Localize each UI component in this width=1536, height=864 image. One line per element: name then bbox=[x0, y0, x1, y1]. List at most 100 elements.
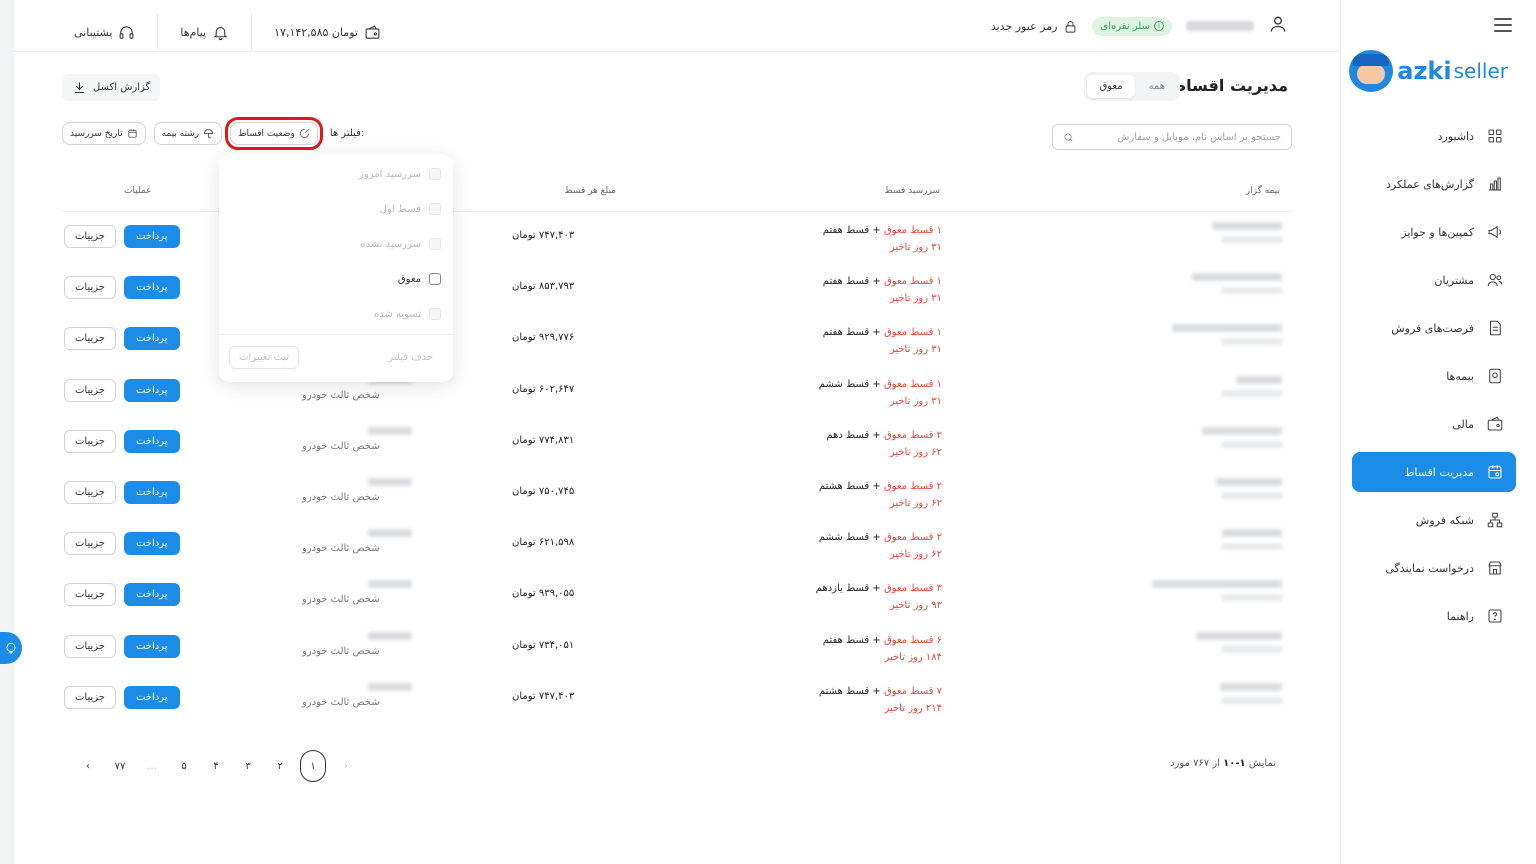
sidebar-item[interactable]: گزارش‌های عملکرد bbox=[1356, 160, 1516, 208]
delay-days: ۳۱ روز تاخیر bbox=[889, 395, 942, 407]
insurance-field-cell: شخص ثالث خودرو bbox=[302, 682, 412, 708]
sidebar-item[interactable]: کمپین‌ها و جوایز bbox=[1356, 208, 1516, 256]
tab-all[interactable]: همه bbox=[1137, 75, 1177, 98]
filter-insurance-type-label: رشته بیمه bbox=[161, 128, 200, 139]
sidebar-item-label: مدیریت اقساط bbox=[1404, 465, 1474, 479]
pay-button[interactable]: پرداخت bbox=[123, 276, 180, 300]
apply-filter-button[interactable]: ثبت تغییرات bbox=[229, 346, 300, 369]
user-name[interactable] bbox=[1186, 21, 1254, 31]
plate-number bbox=[368, 682, 412, 691]
page-number[interactable]: ۴ bbox=[200, 761, 232, 772]
insurer-mobile bbox=[1222, 440, 1282, 448]
plate-number bbox=[368, 631, 412, 640]
filter-due-date[interactable]: تاریخ سررسید bbox=[62, 122, 146, 145]
pay-button[interactable]: پرداخت bbox=[123, 532, 180, 556]
sidebar-item[interactable]: فرصت‌های فروش bbox=[1356, 304, 1516, 352]
amount-cell: ۶۰۲,۶۴۷ تومان bbox=[512, 383, 575, 395]
excel-report-button[interactable]: گزارش اکسل bbox=[62, 74, 161, 101]
filters-label: فیلتر ها: bbox=[329, 128, 365, 139]
due-cell: ۶ قسط معوق + قسط هفتم ۱۸۴ روز تاخیر bbox=[802, 632, 942, 666]
row-actions: جزییات پرداخت bbox=[64, 685, 180, 709]
pay-button[interactable]: پرداخت bbox=[123, 480, 180, 504]
page-number[interactable]: ۵ bbox=[168, 761, 200, 772]
users-icon bbox=[1486, 271, 1504, 289]
insurer-mobile bbox=[1222, 543, 1282, 551]
wallet-icon bbox=[1486, 415, 1504, 433]
insurer-name bbox=[1216, 477, 1282, 486]
insurance-field: شخص ثالث خودرو bbox=[302, 491, 380, 503]
info-icon: i bbox=[1154, 21, 1164, 31]
menu-icon[interactable] bbox=[1494, 18, 1512, 32]
overdue-count: ۳ bbox=[936, 583, 942, 595]
pay-button[interactable]: پرداخت bbox=[123, 378, 180, 402]
pay-button[interactable]: پرداخت bbox=[123, 429, 180, 453]
status-option[interactable]: معوق bbox=[398, 273, 441, 285]
messages-link[interactable]: پیام‌ها bbox=[158, 20, 251, 44]
sidebar-item[interactable]: راهنما bbox=[1356, 592, 1516, 640]
search-input[interactable]: جستجو بر اساس نام، موبایل و سفارش bbox=[1052, 124, 1292, 150]
filter-installment-status[interactable]: وضعیت اقساط bbox=[225, 117, 323, 150]
table-row: ۳ قسط معوق + قسط یازدهم ۹۳ روز تاخیر ۹۳۹… bbox=[62, 570, 1292, 621]
details-button[interactable]: جزییات bbox=[64, 276, 116, 300]
due-cell: ۳ قسط معوق + قسط یازدهم ۹۳ روز تاخیر bbox=[802, 580, 942, 614]
overdue-word: قسط معوق bbox=[883, 685, 934, 697]
overdue-count: ۲ bbox=[936, 532, 942, 544]
filter-insurance-type[interactable]: رشته بیمه bbox=[153, 122, 223, 145]
details-button[interactable]: جزییات bbox=[64, 532, 116, 556]
pay-button[interactable]: پرداخت bbox=[123, 583, 180, 607]
sidebar-item[interactable]: مدیریت اقساط bbox=[1352, 448, 1516, 496]
prev-page-icon: › bbox=[344, 760, 348, 772]
insurance-field: شخص ثالث خودرو bbox=[302, 645, 380, 657]
due-cell: ۱ قسط معوق + قسط ششم ۳۱ روز تاخیر bbox=[802, 376, 942, 410]
page-number[interactable]: ۷۷ bbox=[104, 761, 136, 772]
brand-logo[interactable]: azki seller bbox=[1349, 50, 1508, 92]
status-option-label: معوق bbox=[397, 273, 421, 285]
details-button[interactable]: جزییات bbox=[64, 225, 116, 248]
sidebar-item-label: درخواست نمایندگی bbox=[1385, 561, 1474, 575]
page-number[interactable]: ۱ bbox=[300, 750, 326, 782]
details-button[interactable]: جزییات bbox=[64, 685, 116, 709]
details-button[interactable]: جزییات bbox=[64, 480, 116, 504]
pagination-info: نمایش ۱-۱۰ از ۷۶۷ مورد bbox=[1170, 758, 1276, 769]
sidebar-item[interactable]: شبکه فروش bbox=[1356, 496, 1516, 544]
page-number[interactable]: ۲ bbox=[264, 761, 296, 772]
sidebar-item[interactable]: درخواست نمایندگی bbox=[1356, 544, 1516, 592]
overdue-word: قسط معوق bbox=[883, 378, 934, 390]
row-actions: جزییات پرداخت bbox=[64, 480, 180, 504]
details-button[interactable]: جزییات bbox=[64, 429, 116, 453]
change-password-link[interactable]: رمز عبور جدید bbox=[991, 19, 1079, 34]
details-button[interactable]: جزییات bbox=[64, 634, 116, 658]
page-ellipsis: ... bbox=[147, 760, 157, 772]
due-cell: ۱ قسط معوق + قسط هفتم ۳۱ روز تاخیر bbox=[802, 273, 942, 307]
details-button[interactable]: جزییات bbox=[64, 583, 116, 607]
megaphone-icon bbox=[1486, 223, 1504, 241]
page-number[interactable]: ۳ bbox=[232, 761, 264, 772]
pay-button[interactable]: پرداخت bbox=[123, 225, 180, 248]
wallet-balance[interactable]: ۱۷,۱۴۲,۵۸۵ تومان bbox=[252, 20, 403, 44]
status-filter-dropdown: ثبت تغییرات حذف فیلتر سررسید امروز قسط او… bbox=[219, 154, 453, 382]
overdue-count: ۲ bbox=[936, 480, 942, 492]
tab-overdue[interactable]: معوق bbox=[1087, 75, 1135, 98]
overdue-count: ۲ bbox=[936, 429, 942, 441]
pay-button[interactable]: پرداخت bbox=[123, 685, 180, 709]
checkbox[interactable] bbox=[429, 273, 441, 285]
sidebar-item[interactable]: داشبورد bbox=[1356, 112, 1516, 160]
sidebar-item-label: فرصت‌های فروش bbox=[1391, 321, 1474, 335]
next-page-icon[interactable]: ‹ bbox=[72, 761, 104, 772]
details-button[interactable]: جزییات bbox=[64, 378, 116, 402]
pay-button[interactable]: پرداخت bbox=[123, 327, 180, 351]
sidebar-item[interactable]: مالی bbox=[1356, 400, 1516, 448]
pay-button[interactable]: پرداخت bbox=[123, 634, 180, 658]
clear-filter-button[interactable]: حذف فیلتر bbox=[388, 352, 433, 363]
network-icon bbox=[1486, 511, 1504, 529]
support-link[interactable]: پشتیبانی bbox=[52, 20, 157, 44]
next-installment: قسط یازدهم bbox=[815, 583, 870, 595]
sidebar-item[interactable]: بیمه‌ها bbox=[1356, 352, 1516, 400]
details-button[interactable]: جزییات bbox=[64, 327, 116, 351]
sidebar-item-label: مشتریان bbox=[1434, 273, 1474, 287]
due-cell: ۱ قسط معوق + قسط هفتم ۳۱ روز تاخیر bbox=[802, 222, 942, 256]
sidebar-item[interactable]: مشتریان bbox=[1356, 256, 1516, 304]
user-icon[interactable] bbox=[1268, 14, 1288, 38]
bell-icon bbox=[213, 26, 228, 40]
chart-icon bbox=[1486, 175, 1504, 193]
